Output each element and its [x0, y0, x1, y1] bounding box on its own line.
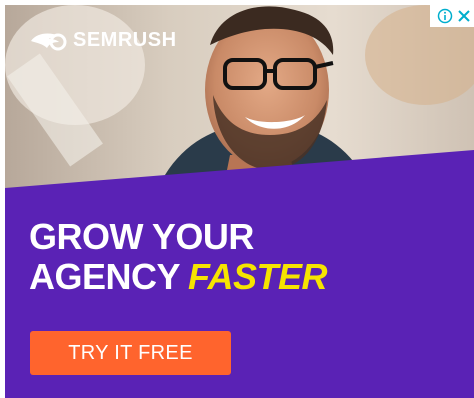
headline-line-2-text: AGENCY: [29, 256, 181, 297]
try-it-free-button[interactable]: TRY IT FREE: [30, 331, 231, 375]
brand-logo: SEMRUSH: [29, 29, 177, 52]
headline-line-1: GROW YOUR: [29, 216, 254, 257]
semrush-flame-icon: [31, 32, 67, 50]
ad-banner[interactable]: SEMRUSH GROW YOUR AGENCY FASTER TRY IT FR…: [5, 5, 474, 398]
close-icon[interactable]: [456, 8, 472, 24]
headline-accent: FASTER: [188, 256, 328, 297]
adchoices-bar: [430, 5, 474, 27]
headline-line-2: AGENCY FASTER: [29, 256, 328, 297]
info-icon[interactable]: [437, 8, 453, 24]
brand-name: SEMRUSH: [73, 29, 177, 51]
headline: GROW YOUR AGENCY FASTER: [29, 216, 328, 297]
